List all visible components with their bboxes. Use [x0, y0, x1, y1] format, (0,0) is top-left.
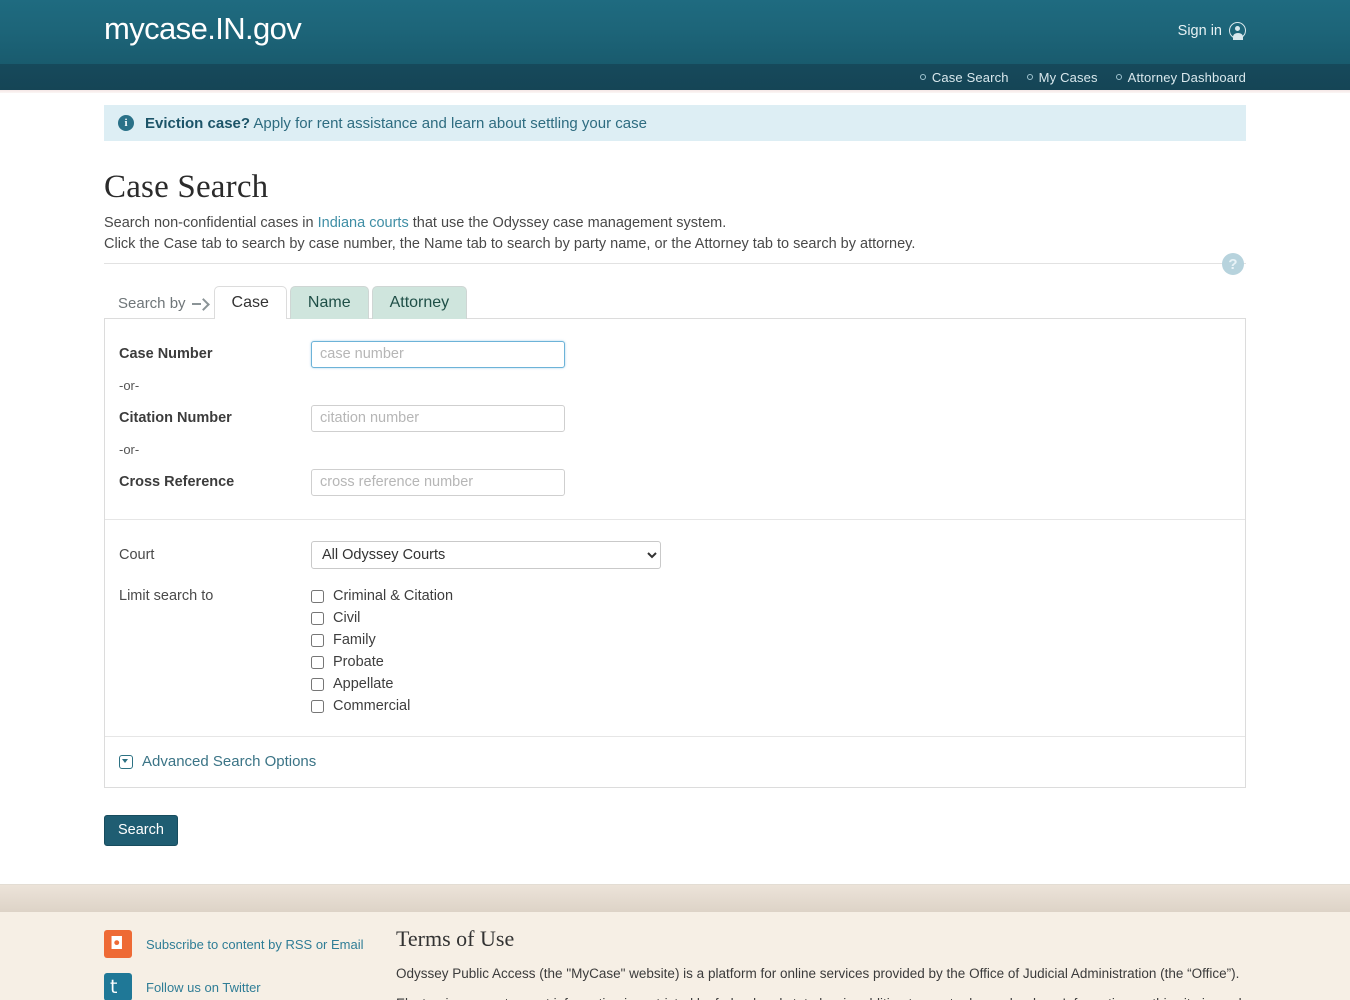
citation-number-row: Citation Number	[105, 403, 1245, 433]
site-footer: ◘ Subscribe to content by RSS or Email t…	[0, 912, 1350, 1000]
nav-item-case-search[interactable]: Case Search	[919, 69, 1009, 85]
rss-icon: ◘	[104, 930, 132, 958]
checkbox-civil[interactable]: Civil	[311, 610, 453, 626]
user-circle-icon	[1229, 22, 1246, 40]
limit-search-row: Limit search to Criminal & Citation Civi…	[105, 588, 1245, 714]
page-title: Case Search	[104, 169, 269, 205]
indiana-courts-link[interactable]: Indiana courts	[318, 215, 409, 231]
question-mark-icon[interactable]: ?	[1222, 253, 1244, 275]
terms-of-use-title: Terms of Use	[396, 926, 515, 951]
footer-divider	[0, 884, 1350, 912]
page-description: Search non-confidential cases in Indiana…	[104, 213, 1246, 275]
court-label: Court	[119, 547, 155, 563]
cross-reference-input[interactable]	[311, 468, 565, 496]
checkbox-input[interactable]	[311, 633, 324, 647]
alert-body: Apply for rent assistance and learn abou…	[250, 114, 647, 132]
citation-number-label: Citation Number	[119, 410, 232, 426]
case-number-input[interactable]	[311, 340, 565, 368]
checkbox-input[interactable]	[311, 589, 324, 603]
nav-item-attorney-dashboard[interactable]: Attorney Dashboard	[1115, 69, 1246, 85]
alert-text: Eviction case? Apply for rent assistance…	[145, 115, 647, 132]
search-form-card: Case Number -or- Citation Number -or- Cr…	[104, 318, 1246, 788]
checkbox-probate[interactable]: Probate	[311, 654, 453, 670]
footer-link-label: Follow us on Twitter	[146, 979, 261, 995]
checkbox-input[interactable]	[311, 611, 324, 625]
tab-case[interactable]: Case	[213, 286, 287, 320]
nav-item-list: Case Search My Cases Attorney Dashboard	[919, 64, 1246, 90]
info-circle-icon: i	[118, 115, 134, 131]
case-number-row: Case Number	[105, 339, 1245, 369]
footer-inner: ◘ Subscribe to content by RSS or Email t…	[104, 912, 1350, 1000]
footer-terms-column: Terms of Use Odyssey Public Access (the …	[396, 912, 1350, 1000]
footer-link-rss[interactable]: ◘ Subscribe to content by RSS or Email	[104, 930, 396, 958]
bullet-icon	[1026, 74, 1033, 80]
bullet-icon	[919, 74, 926, 80]
nav-item-my-cases[interactable]: My Cases	[1026, 69, 1098, 85]
alert-strong: Eviction case?	[145, 114, 251, 132]
checkbox-input[interactable]	[311, 655, 324, 669]
court-row: Court All Odyssey Courts	[105, 540, 1245, 570]
search-button[interactable]: Search	[104, 815, 178, 846]
checkbox-input[interactable]	[311, 677, 324, 691]
desc-before: Search non-confidential cases in	[104, 215, 318, 231]
footer-link-twitter[interactable]: t Follow us on Twitter	[104, 973, 396, 1000]
sign-in-button[interactable]: Sign in	[1177, 22, 1246, 40]
site-logo[interactable]: mycase.IN.gov	[104, 11, 302, 47]
desc-after: that use the Odyssey case management sys…	[408, 215, 727, 231]
checkbox-appellate[interactable]: Appellate	[311, 676, 453, 692]
site-header: mycase.IN.gov Sign in	[0, 0, 1350, 64]
content-container: i Eviction case? Apply for rent assistan…	[104, 93, 1246, 846]
terms-paragraph-2: Electronic access to court information i…	[396, 994, 1250, 1000]
primary-nav: Case Search My Cases Attorney Dashboard	[0, 64, 1350, 90]
description-line-2: Click the Case tab to search by case num…	[104, 236, 916, 252]
expand-box-icon	[119, 754, 133, 769]
arrow-right-icon	[191, 299, 206, 309]
court-filters-section: Court All Odyssey Courts Limit search to…	[105, 520, 1245, 737]
eviction-alert-banner[interactable]: i Eviction case? Apply for rent assistan…	[104, 105, 1246, 141]
cross-reference-row: Cross Reference	[105, 467, 1245, 497]
identifiers-section: Case Number -or- Citation Number -or- Cr…	[105, 319, 1245, 520]
or-separator-1: -or-	[119, 378, 140, 393]
advanced-search-options-toggle[interactable]: Advanced Search Options	[105, 737, 1245, 787]
bullet-icon	[1115, 74, 1122, 80]
search-tabs: Search by Case Name Attorney	[104, 286, 1246, 320]
twitter-glyph: t	[110, 976, 118, 998]
tab-name[interactable]: Name	[289, 286, 369, 319]
checkbox-commercial[interactable]: Commercial	[311, 698, 453, 714]
citation-number-input[interactable]	[311, 404, 565, 432]
case-number-label: Case Number	[119, 346, 213, 362]
checkbox-label: Criminal & Citation	[333, 588, 454, 604]
search-by-label: Search by	[118, 295, 186, 312]
footer-link-label: Subscribe to content by RSS or Email	[146, 936, 364, 952]
tab-attorney[interactable]: Attorney	[371, 286, 468, 319]
checkbox-criminal-citation[interactable]: Criminal & Citation	[311, 588, 453, 604]
terms-paragraph-1: Odyssey Public Access (the "MyCase" webs…	[396, 966, 1240, 981]
search-by-label-group: Search by	[104, 295, 214, 319]
nav-item-label: Case Search	[931, 69, 1009, 85]
checkbox-family[interactable]: Family	[311, 632, 453, 648]
nav-item-label: My Cases	[1038, 69, 1098, 85]
rss-glyph: ◘	[110, 934, 124, 954]
checkbox-label: Commercial	[333, 698, 411, 714]
court-select[interactable]: All Odyssey Courts	[311, 541, 661, 569]
checkbox-input[interactable]	[311, 699, 324, 713]
or-separator-2: -or-	[119, 442, 140, 457]
description-line-1: Search non-confidential cases in Indiana…	[104, 213, 1246, 234]
advanced-search-label: Advanced Search Options	[142, 753, 317, 770]
checkbox-label: Civil	[333, 610, 361, 626]
checkbox-label: Family	[333, 632, 376, 648]
page-body: i Eviction case? Apply for rent assistan…	[0, 93, 1350, 884]
checkbox-label: Appellate	[333, 676, 394, 692]
twitter-icon: t	[104, 973, 132, 1000]
limit-search-label: Limit search to	[119, 588, 214, 604]
sign-in-label: Sign in	[1177, 22, 1222, 39]
checkbox-label: Probate	[333, 654, 384, 670]
cross-reference-label: Cross Reference	[119, 474, 235, 490]
nav-item-label: Attorney Dashboard	[1127, 69, 1246, 85]
footer-social-column: ◘ Subscribe to content by RSS or Email t…	[104, 912, 396, 1000]
limit-checkbox-group: Criminal & Citation Civil Family Probate…	[311, 588, 453, 714]
